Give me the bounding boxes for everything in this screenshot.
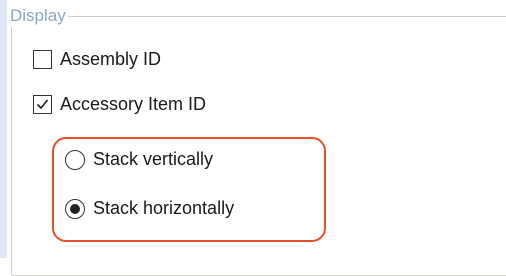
display-group-title: Display — [8, 5, 68, 27]
accessory-item-id-checkbox[interactable] — [33, 95, 52, 114]
window-edge — [0, 0, 7, 258]
accessory-item-id-option[interactable]: Accessory Item ID — [33, 94, 206, 115]
assembly-id-checkbox[interactable] — [33, 50, 52, 69]
assembly-id-label: Assembly ID — [60, 49, 162, 69]
annotation-highlight-box — [52, 137, 326, 242]
accessory-item-id-label: Accessory Item ID — [60, 94, 207, 114]
checkmark-icon — [36, 99, 49, 110]
assembly-id-option[interactable]: Assembly ID — [33, 49, 161, 70]
